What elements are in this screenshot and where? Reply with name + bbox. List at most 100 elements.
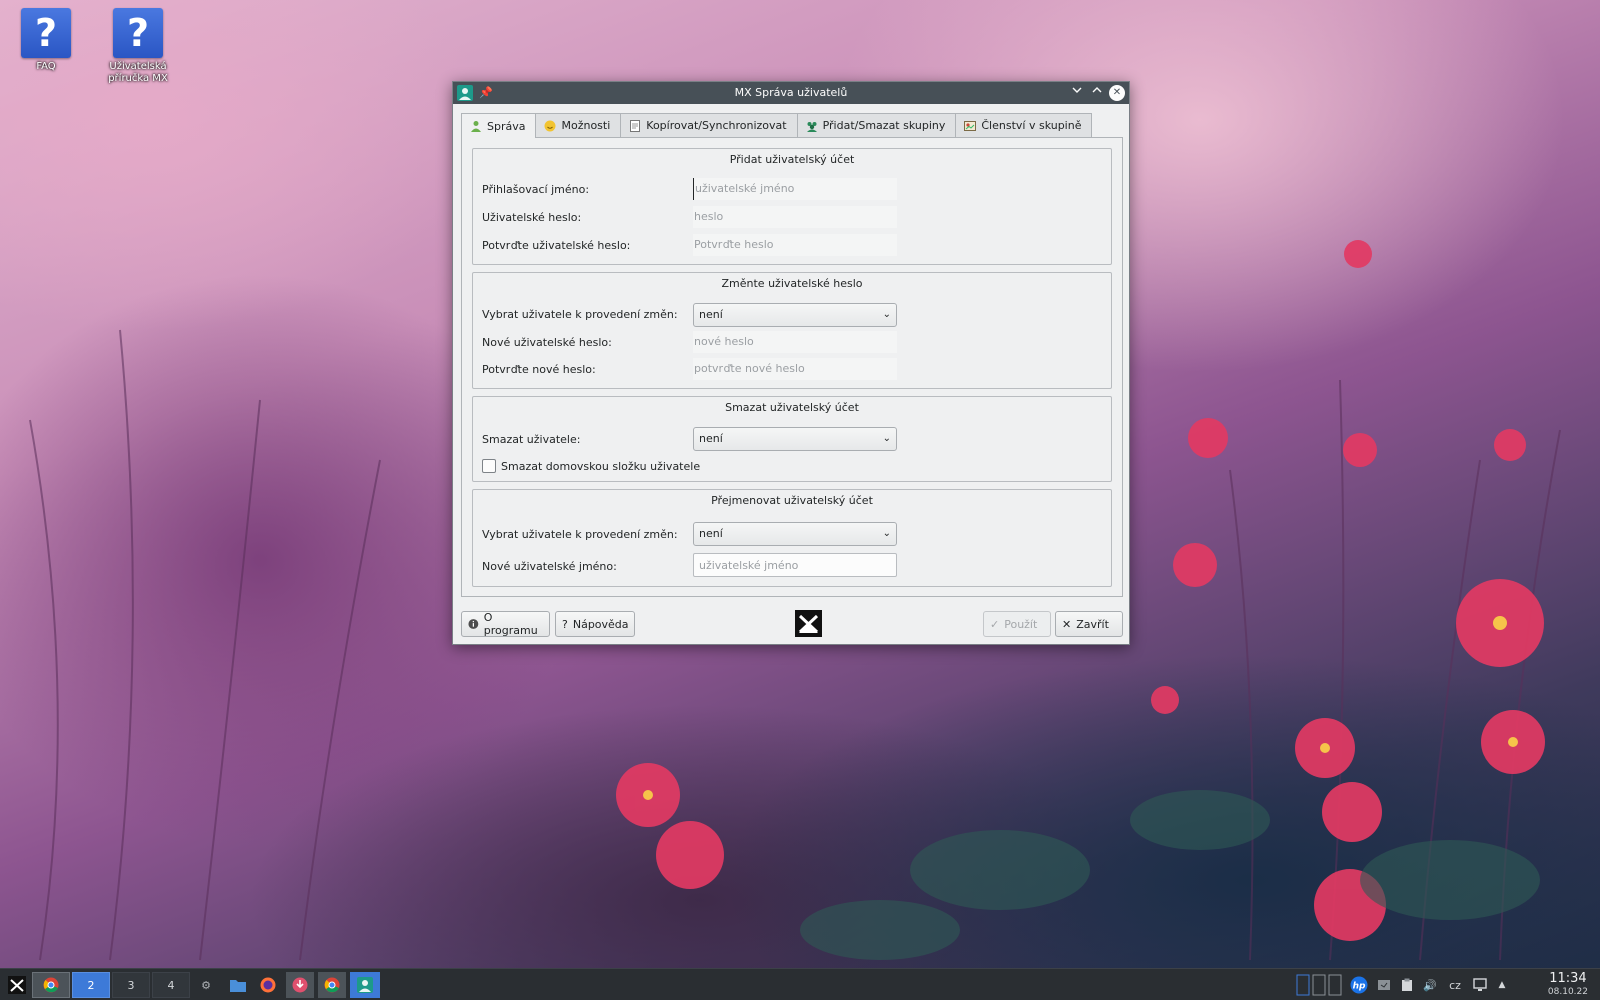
help-icon: ? (113, 8, 163, 58)
desktop-icon-faq[interactable]: ? FAQ (6, 8, 86, 73)
workspace-overview[interactable] (1296, 972, 1342, 998)
mx-logo-icon (8, 976, 26, 994)
help-icon: ? (21, 8, 71, 58)
clipboard-tray[interactable] (1398, 972, 1416, 998)
delete-user-dropdown[interactable]: není ⌄ (693, 427, 897, 451)
tab-panel-sprava: Přidat uživatelský účet Přihlašovací jmé… (461, 137, 1123, 597)
mx-menu-button[interactable] (4, 972, 30, 998)
tab-clenstvi[interactable]: Členství v skupině (955, 113, 1093, 137)
help-label: Nápověda (572, 617, 629, 631)
select-value: není (699, 527, 723, 540)
pager-desktop-2[interactable]: 2 (72, 972, 110, 998)
tray-expand-button[interactable]: ▲ (1494, 972, 1510, 998)
chevron-down-icon: ⌄ (882, 433, 891, 444)
network-tray[interactable] (1470, 972, 1490, 998)
group-delete-user: Smazat uživatelský účet Smazat uživatele… (472, 396, 1112, 482)
clipboard-icon (1402, 978, 1412, 991)
about-label: O programu (483, 611, 538, 637)
chevron-up-icon (1092, 87, 1102, 93)
tab-label: Přidat/Smazat skupiny (822, 119, 946, 132)
help-button[interactable]: ? Nápověda (555, 611, 635, 637)
svg-text:hp: hp (1353, 982, 1366, 992)
confirm-password-input[interactable] (693, 234, 897, 256)
pager-desktop-4[interactable]: 4 (152, 972, 190, 998)
task-chrome[interactable] (32, 972, 70, 998)
about-button[interactable]: O programu (461, 611, 550, 637)
select-user-dropdown[interactable]: není ⌄ (693, 303, 897, 327)
chrome-launcher[interactable] (318, 972, 346, 998)
new-password-input[interactable] (693, 331, 897, 353)
new-username-input[interactable] (693, 553, 897, 577)
clock-time: 11:34 (1549, 971, 1587, 986)
group-title: Přejmenovat uživatelský účet (711, 494, 873, 507)
updater-icon (1378, 980, 1390, 990)
mx-logo-icon (795, 610, 822, 637)
clock-date: 08.10.22 (1547, 987, 1588, 997)
gear-icon: ⚙ (201, 978, 211, 992)
window-title: MX Správa uživatelů (734, 86, 848, 99)
tab-label: Správa (487, 119, 526, 133)
document-icon (630, 119, 641, 132)
speaker-icon: 🔊 (1423, 978, 1437, 992)
updater-tray[interactable] (1374, 972, 1394, 998)
apply-button[interactable]: ✓ Použít (983, 611, 1051, 637)
chevron-down-icon: ⌄ (882, 309, 891, 320)
tab-label: Členství v skupině (981, 119, 1082, 132)
tab-moznosti[interactable]: Možnosti (535, 113, 622, 137)
smiley-icon (544, 120, 556, 131)
hp-tray[interactable]: hp (1348, 972, 1370, 998)
keyboard-layout-tray[interactable]: cz (1444, 972, 1466, 998)
rename-user-dropdown[interactable]: není ⌄ (693, 522, 897, 546)
close-button[interactable]: ✕ Zavřít (1055, 611, 1123, 637)
login-label: Přihlašovací jméno: (482, 183, 590, 196)
volume-tray[interactable]: 🔊 (1420, 972, 1440, 998)
firefox-launcher[interactable] (256, 972, 280, 998)
network-icon (1473, 978, 1487, 991)
group-title: Smazat uživatelský účet (725, 401, 859, 414)
folder-icon (230, 980, 246, 992)
pager-label: 3 (127, 978, 135, 992)
delete-user-label: Smazat uživatele: (482, 433, 581, 446)
file-manager-launcher[interactable] (226, 972, 250, 998)
rename-select-label: Vybrat uživatele k provedení změn: (482, 528, 678, 541)
chevron-down-icon (1072, 87, 1082, 93)
tab-skupiny[interactable]: Přidat/Smazat skupiny (796, 113, 957, 137)
maximize-button[interactable] (1089, 85, 1105, 101)
task-user-manager[interactable] (350, 972, 380, 998)
group-title: Změnte uživatelské heslo (721, 277, 863, 290)
group-icon (806, 121, 817, 132)
close-window-button[interactable]: ✕ (1109, 85, 1125, 101)
minimize-button[interactable] (1069, 85, 1085, 101)
new-username-label: Nové uživatelské jméno: (482, 560, 617, 573)
settings-launcher[interactable]: ⚙ (196, 972, 216, 998)
group-change-password: Změnte uživatelské heslo Vybrat uživatel… (472, 272, 1112, 389)
delete-home-checkbox[interactable] (482, 459, 496, 473)
chevron-up-icon: ▲ (1498, 980, 1506, 990)
close-icon: ✕ (1112, 87, 1122, 98)
password-label: Uživatelské heslo: (482, 211, 582, 224)
login-input[interactable] (693, 178, 897, 200)
password-input[interactable] (693, 206, 897, 228)
confirm-new-password-label: Potvrďte nové heslo: (482, 363, 596, 376)
downloader-launcher[interactable] (286, 972, 314, 998)
close-label: Zavřít (1076, 617, 1109, 631)
question-icon: ? (562, 617, 568, 631)
window-titlebar[interactable]: 📌 MX Správa uživatelů ✕ (453, 82, 1129, 104)
clock[interactable]: 11:34 08.10.22 (1548, 971, 1588, 998)
select-value: není (699, 432, 723, 445)
tab-sprava[interactable]: Správa (461, 113, 537, 138)
chrome-icon (324, 977, 340, 993)
download-icon (292, 977, 308, 993)
tab-kopirovat[interactable]: Kopírovat/Synchronizovat (620, 113, 798, 137)
desktop-icon-label: FAQ (36, 61, 56, 72)
apply-label: Použít (1004, 617, 1038, 631)
group-rename-user: Přejmenovat uživatelský účet Vybrat uživ… (472, 489, 1112, 587)
pager-desktop-3[interactable]: 3 (112, 972, 150, 998)
confirm-new-password-input[interactable] (693, 358, 897, 380)
chrome-icon (43, 977, 59, 993)
window-overview-icon (1296, 974, 1342, 996)
desktop-icon-user-manual[interactable]: ? Uživatelská příručka MX (98, 8, 178, 85)
delete-home-label[interactable]: Smazat domovskou složku uživatele (501, 460, 700, 473)
group-add-user: Přidat uživatelský účet Přihlašovací jmé… (472, 148, 1112, 265)
desktop-icon-label: Uživatelská příručka MX (108, 61, 168, 84)
